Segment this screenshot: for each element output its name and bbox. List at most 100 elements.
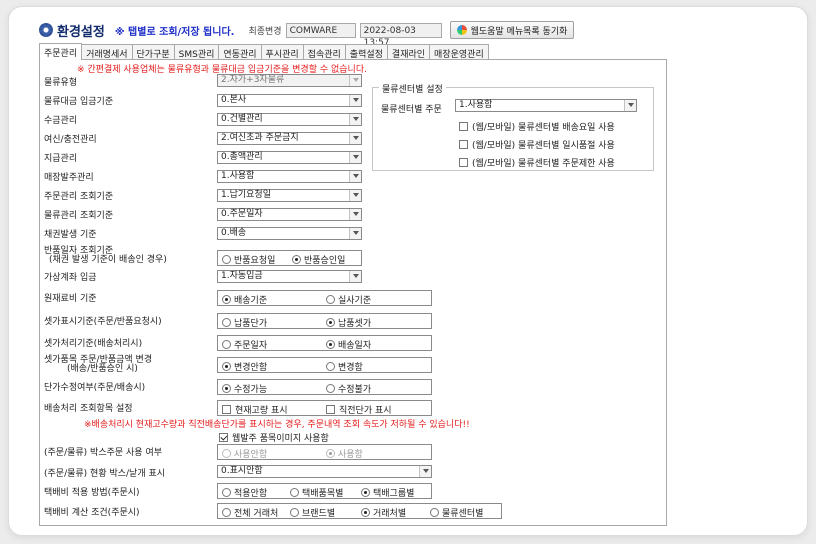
tab-approval[interactable]: 결재라인 bbox=[386, 44, 431, 60]
delivery-method-radio-group: 적용안함 택배품목별 택배그룹별 bbox=[217, 483, 432, 499]
checkbox bbox=[459, 158, 468, 167]
radio-delivery-date[interactable]: 배송일자 bbox=[326, 338, 371, 351]
delivery-calc-label: 택배비 계산 조건(주문시) bbox=[44, 508, 140, 518]
radio-label: 변경함 bbox=[338, 363, 363, 373]
collection-value: 0.건별관리 bbox=[221, 114, 263, 124]
order-query-select[interactable]: 1.납기요청일 bbox=[217, 189, 362, 202]
radio-supply-set-price[interactable]: 납품셋가 bbox=[326, 316, 371, 329]
radio-dot bbox=[290, 488, 299, 497]
credit-select[interactable]: 2.여신초과 주문금지 bbox=[217, 132, 362, 145]
store-order-select[interactable]: 1.사용함 bbox=[217, 170, 362, 183]
tab-push[interactable]: 푸시관리 bbox=[260, 44, 304, 60]
radio-delivery-by-item[interactable]: 택배품목별 bbox=[290, 486, 343, 499]
radio-editable[interactable]: 수정가능 bbox=[222, 382, 267, 395]
radio-delivery-by-group[interactable]: 택배그룹별 bbox=[361, 486, 414, 499]
tab-store-operation[interactable]: 매장운영관리 bbox=[429, 44, 489, 60]
color-wheel-icon bbox=[456, 25, 467, 35]
check-center-order-limit[interactable]: (웹/모바일) 물류센터별 주문제한 사용 bbox=[459, 156, 615, 169]
logistics-type-select[interactable]: 2.자가+3자물류 bbox=[217, 74, 362, 87]
bond-label: 채권발생 기준 bbox=[44, 230, 97, 240]
logistics-payment-select[interactable]: 0.본사 bbox=[217, 94, 362, 107]
virtual-account-select[interactable]: 1.자동입금 bbox=[217, 270, 362, 283]
radio-dot bbox=[222, 362, 231, 371]
check-show-last-price[interactable]: 직전단가 표시 bbox=[326, 403, 392, 416]
radio-dot bbox=[361, 488, 370, 497]
radio-label: 거래처별 bbox=[373, 509, 407, 519]
price-process-radio-group: 주문일자 배송일자 bbox=[217, 335, 432, 351]
tab-sms[interactable]: SMS관리 bbox=[173, 44, 220, 60]
radio-label: 물류센터별 bbox=[442, 509, 484, 519]
checkbox bbox=[459, 122, 468, 131]
checkbox-label: (웹/모바일) 물류센터별 주문제한 사용 bbox=[472, 159, 615, 169]
radio-label: 사용안함 bbox=[234, 450, 268, 460]
virtual-account-label: 가상계좌 입금 bbox=[44, 273, 97, 283]
header-note: ※ 탭별로 조회/저장 됩니다. bbox=[114, 26, 235, 38]
delivery-query-check-group: 현재고량 표시 직전단가 표시 bbox=[217, 400, 432, 416]
settings-window: 환경설정 ※ 탭별로 조회/저장 됩니다. 최종변경 COMWARE 2022-… bbox=[8, 6, 808, 536]
check-show-stock[interactable]: 현재고량 표시 bbox=[222, 403, 288, 416]
delivery-calc-radio-group: 전체 거래처 브랜드별 거래처별 물류센터별 bbox=[217, 503, 502, 519]
tab-price-class[interactable]: 단가구분 bbox=[131, 44, 175, 60]
radio-dot bbox=[430, 508, 439, 517]
last-modified-time: 2022-08-03 13:57 bbox=[359, 22, 442, 48]
payment-select[interactable]: 0.총액관리 bbox=[217, 151, 362, 164]
checkbox-label: 현재고량 표시 bbox=[235, 406, 288, 416]
radio-delivery-basis[interactable]: 배송기준 bbox=[222, 293, 267, 306]
bond-select[interactable]: 0.배송 bbox=[217, 227, 362, 240]
radio-label: 실사기준 bbox=[338, 296, 372, 306]
radio-dot bbox=[361, 508, 370, 517]
chevron-down-icon bbox=[419, 466, 431, 477]
radio-dot bbox=[290, 508, 299, 517]
checkbox bbox=[222, 405, 231, 414]
radio-dot bbox=[326, 362, 335, 371]
box-status-value: 0.표시안함 bbox=[221, 466, 263, 476]
tab-statement[interactable]: 거래명세서 bbox=[81, 44, 133, 60]
tab-integration[interactable]: 연동관리 bbox=[218, 44, 262, 60]
radio-delivery-none[interactable]: 적용안함 bbox=[222, 486, 267, 499]
radio-box-order-off[interactable]: 사용안함 bbox=[222, 447, 267, 460]
radio-label: 납품단가 bbox=[234, 319, 268, 329]
checkbox-label: (웹/모바일) 물류센터별 배송요일 사용 bbox=[472, 123, 615, 133]
tab-access[interactable]: 접속관리 bbox=[302, 44, 346, 60]
logistics-query-value: 0.주문일자 bbox=[221, 209, 263, 219]
radio-dot bbox=[222, 295, 231, 304]
box-status-select[interactable]: 0.표시안함 bbox=[217, 465, 432, 478]
radio-dot bbox=[222, 255, 231, 264]
tab-print[interactable]: 출력설정 bbox=[344, 44, 388, 60]
radio-no-change[interactable]: 변경안함 bbox=[222, 360, 267, 373]
radio-return-request[interactable]: 반품요청일 bbox=[222, 253, 275, 266]
delivery-method-label: 택배비 적용 방법(주문시) bbox=[44, 488, 140, 498]
radio-inspection-basis[interactable]: 실사기준 bbox=[326, 293, 371, 306]
virtual-account-value: 1.자동입금 bbox=[221, 271, 263, 281]
check-web-item-image[interactable]: 웹발주 품목이미지 사용함 bbox=[219, 431, 329, 444]
store-order-label: 매장발주관리 bbox=[44, 173, 94, 183]
radio-order-date[interactable]: 주문일자 bbox=[222, 338, 267, 351]
radio-label: 변경안함 bbox=[234, 363, 268, 373]
center-order-select[interactable]: 1.사용함 bbox=[455, 99, 637, 112]
radio-supply-price[interactable]: 납품단가 bbox=[222, 316, 267, 329]
title-bar: 환경설정 ※ 탭별로 조회/저장 됩니다. 최종변경 COMWARE 2022-… bbox=[39, 19, 575, 48]
radio-calc-brand[interactable]: 브랜드별 bbox=[290, 506, 335, 519]
credit-label: 여신/충전관리 bbox=[44, 135, 97, 145]
chevron-down-icon bbox=[349, 171, 361, 182]
check-center-soldout[interactable]: (웹/모바일) 물류센터별 일시품절 사용 bbox=[459, 138, 615, 151]
tab-order-management[interactable]: 주문관리 bbox=[39, 43, 83, 60]
radio-calc-all[interactable]: 전체 거래처 bbox=[222, 506, 278, 519]
logistics-query-select[interactable]: 0.주문일자 bbox=[217, 208, 362, 221]
chevron-down-icon bbox=[349, 190, 361, 201]
radio-return-approve[interactable]: 반품승인일 bbox=[292, 253, 345, 266]
radio-calc-customer[interactable]: 거래처별 bbox=[361, 506, 406, 519]
check-center-delivery-day[interactable]: (웹/모바일) 물류센터별 배송요일 사용 bbox=[459, 120, 615, 133]
radio-dot bbox=[222, 340, 231, 349]
radio-box-order-on[interactable]: 사용함 bbox=[326, 447, 363, 460]
logistics-query-label: 물류관리 조회기준 bbox=[44, 211, 114, 221]
radio-calc-center[interactable]: 물류센터별 bbox=[430, 506, 483, 519]
radio-label: 브랜드별 bbox=[302, 509, 336, 519]
radio-not-editable[interactable]: 수정불가 bbox=[326, 382, 371, 395]
collection-select[interactable]: 0.건별관리 bbox=[217, 113, 362, 126]
center-order-label: 물류센터별 주문 bbox=[381, 105, 442, 115]
radio-dot bbox=[222, 318, 231, 327]
radio-dot bbox=[222, 449, 231, 458]
sync-help-menu-button[interactable]: 웹도움말 메뉴목록 동기화 bbox=[449, 21, 575, 39]
radio-change[interactable]: 변경함 bbox=[326, 360, 363, 373]
